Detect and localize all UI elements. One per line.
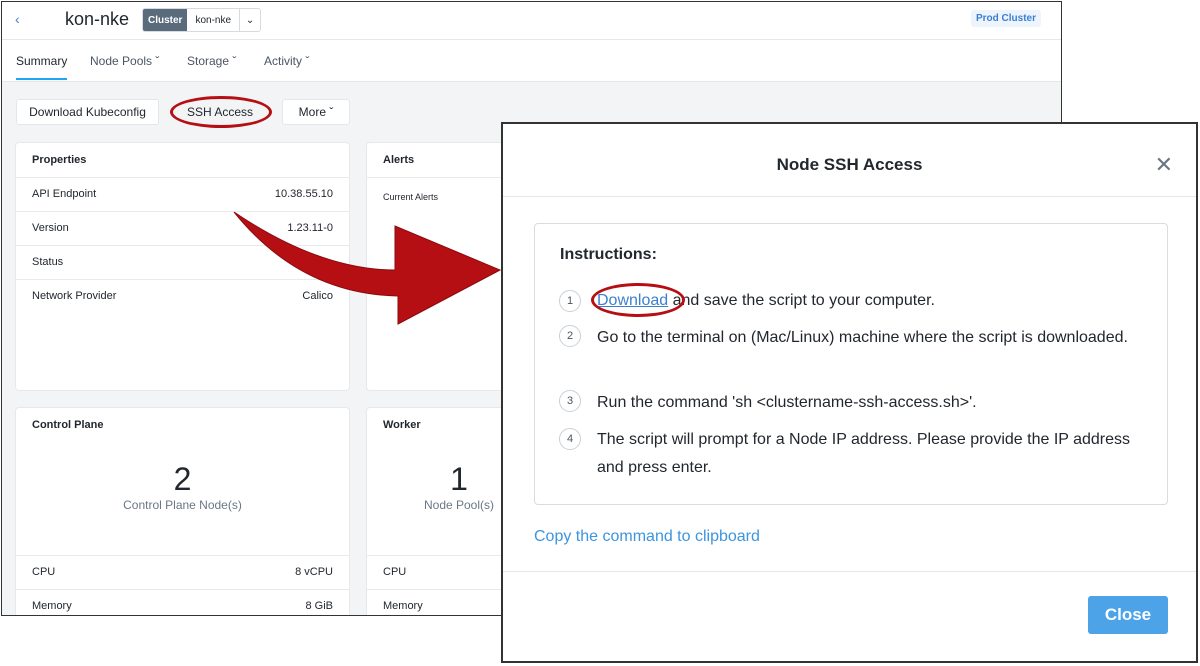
dialog-title: Node SSH Access [776, 155, 923, 174]
instructions-title: Instructions: [560, 246, 657, 263]
instructions-panel: Instructions: 1 Download and save the sc… [534, 223, 1168, 505]
step-text: The script will prompt for a Node IP add… [597, 431, 1131, 476]
step-number: 2 [559, 325, 581, 347]
close-icon[interactable]: ✕ [1155, 154, 1173, 176]
download-callout [591, 283, 685, 317]
step-text: Go to the terminal on (Mac/Linux) machin… [597, 329, 1128, 346]
step-text: Run the command 'sh <clustername-ssh-acc… [597, 394, 977, 411]
close-button[interactable]: Close [1088, 596, 1168, 634]
node-ssh-access-dialog: Node SSH Access ✕ Instructions: 1 Downlo… [501, 122, 1198, 663]
step-number: 3 [559, 390, 581, 412]
step-number: 4 [559, 428, 581, 450]
copy-command-link[interactable]: Copy the command to clipboard [534, 528, 760, 546]
step-number: 1 [559, 290, 581, 312]
step-text-rest: and save the script to your computer. [668, 292, 935, 309]
dialog-header: Node SSH Access ✕ [503, 124, 1196, 197]
